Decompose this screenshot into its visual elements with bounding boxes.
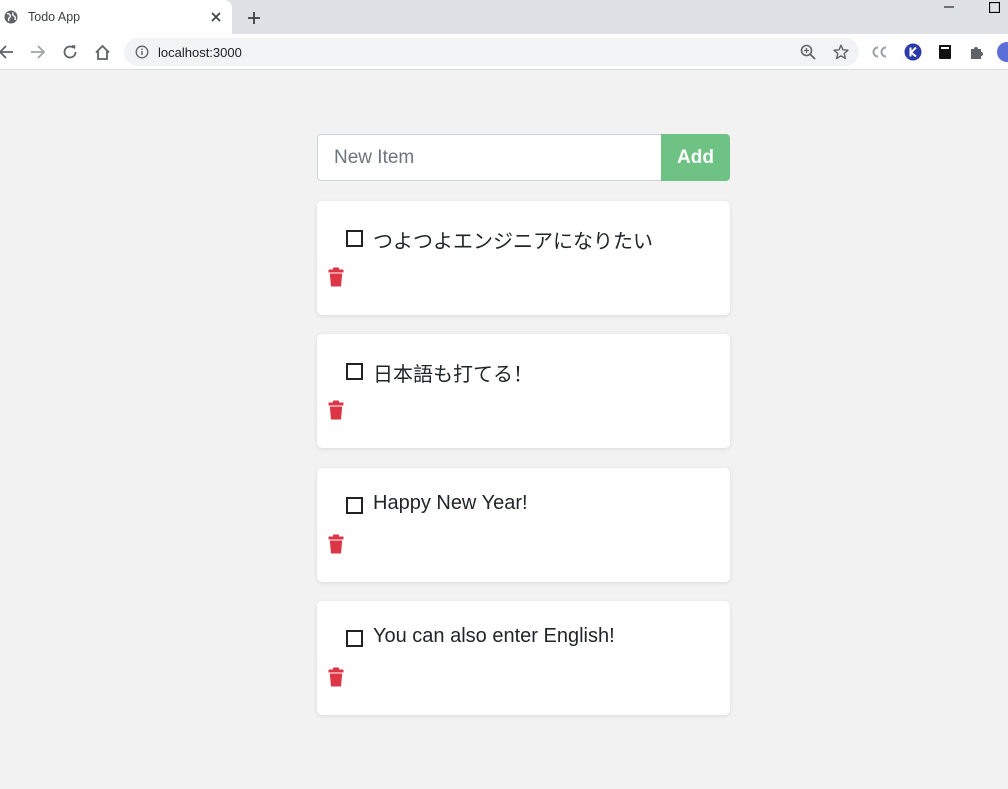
close-tab-icon[interactable]: [208, 9, 224, 25]
trash-icon[interactable]: [328, 534, 344, 554]
captions-extension-icon[interactable]: [870, 42, 890, 62]
site-info-icon[interactable]: [135, 45, 149, 59]
item-text: つよつよエンジニアになりたい: [373, 231, 653, 253]
browser-tab[interactable]: Todo App: [0, 0, 232, 34]
trash-icon[interactable]: [328, 267, 344, 287]
zoom-icon[interactable]: [799, 43, 817, 61]
trash-icon[interactable]: [328, 667, 344, 687]
home-icon[interactable]: [92, 42, 112, 62]
item-text: You can also enter English!: [373, 625, 615, 647]
trash-icon[interactable]: [328, 400, 344, 420]
new-tab-icon[interactable]: [245, 9, 263, 27]
add-item-form: Add: [317, 134, 730, 181]
tab-title: Todo App: [28, 10, 81, 24]
add-button[interactable]: Add: [661, 134, 730, 181]
forward-arrow-icon[interactable]: [28, 42, 48, 62]
globe-icon: [4, 10, 18, 24]
new-item-input[interactable]: [317, 134, 662, 181]
minimize-icon[interactable]: [940, 0, 958, 14]
item-checkbox[interactable]: [346, 497, 363, 514]
browser-toolbar: localhost:3000: [0, 34, 1008, 70]
url-text: localhost:3000: [158, 45, 242, 60]
bookmark-star-icon[interactable]: [832, 43, 850, 61]
maximize-icon[interactable]: [985, 0, 1003, 14]
todo-item: つよつよエンジニアになりたい: [317, 201, 730, 315]
k-extension-icon[interactable]: [903, 42, 923, 62]
reading-extension-icon[interactable]: [935, 42, 955, 62]
address-bar[interactable]: localhost:3000: [124, 38, 859, 66]
extensions-puzzle-icon[interactable]: [967, 42, 987, 62]
todo-item: You can also enter English!: [317, 601, 730, 715]
item-text: 日本語も打てる！: [373, 364, 533, 386]
profile-avatar-icon[interactable]: [997, 42, 1008, 62]
tab-strip: Todo App: [0, 0, 1008, 34]
item-checkbox[interactable]: [346, 630, 363, 647]
todo-item: Happy New Year!: [317, 468, 730, 582]
item-text: Happy New Year!: [373, 492, 528, 514]
back-arrow-icon[interactable]: [0, 42, 16, 62]
reload-icon[interactable]: [60, 42, 80, 62]
item-checkbox[interactable]: [346, 230, 363, 247]
item-checkbox[interactable]: [346, 363, 363, 380]
todo-item: 日本語も打てる！: [317, 334, 730, 448]
